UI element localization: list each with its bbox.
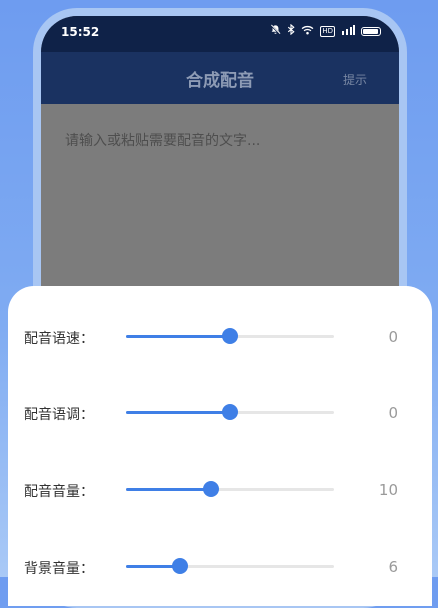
- voice-settings-sheet: 配音语速： 0 配音语调： 0 配音音量： 10 背景音量： 6: [8, 286, 432, 606]
- slider-fill: [126, 335, 230, 338]
- slider-thumb[interactable]: [222, 404, 238, 420]
- mute-icon: [270, 24, 282, 39]
- background-volume-slider[interactable]: [126, 558, 334, 574]
- pitch-value: 0: [388, 404, 398, 422]
- speed-label: 配音语速：: [24, 331, 94, 347]
- background-volume-row: 背景音量： 6: [8, 547, 432, 587]
- pitch-row: 配音语调： 0: [8, 393, 432, 433]
- text-input-placeholder: 请输入或粘贴需要配音的文字...: [65, 133, 261, 149]
- slider-fill: [126, 488, 212, 491]
- app-bar: 合成配音 提示: [41, 52, 399, 104]
- status-icons: HD: [270, 23, 381, 39]
- speed-row: 配音语速： 0: [8, 317, 432, 357]
- slider-fill: [126, 411, 230, 414]
- signal-icon: [341, 24, 355, 39]
- voice-volume-label: 配音音量：: [24, 484, 94, 500]
- pitch-label: 配音语调：: [24, 407, 94, 423]
- pitch-slider[interactable]: [126, 404, 334, 420]
- voice-volume-value: 10: [378, 481, 398, 499]
- hd-icon: HD: [320, 26, 335, 37]
- voice-volume-row: 配音音量： 10: [8, 470, 432, 510]
- slider-thumb[interactable]: [203, 481, 220, 497]
- background-volume-value: 6: [388, 558, 398, 576]
- bluetooth-icon: [287, 23, 295, 39]
- status-bar: 15:52 HD: [41, 16, 399, 52]
- speed-slider[interactable]: [126, 328, 334, 344]
- speed-value: 0: [388, 328, 398, 346]
- battery-icon: [361, 27, 381, 36]
- slider-thumb[interactable]: [172, 558, 189, 574]
- background-volume-label: 背景音量：: [24, 561, 94, 577]
- voice-volume-slider[interactable]: [126, 481, 334, 497]
- hint-button[interactable]: 提示: [343, 71, 367, 88]
- status-time: 15:52: [61, 25, 100, 39]
- wifi-icon: [301, 25, 314, 39]
- slider-thumb[interactable]: [222, 328, 238, 344]
